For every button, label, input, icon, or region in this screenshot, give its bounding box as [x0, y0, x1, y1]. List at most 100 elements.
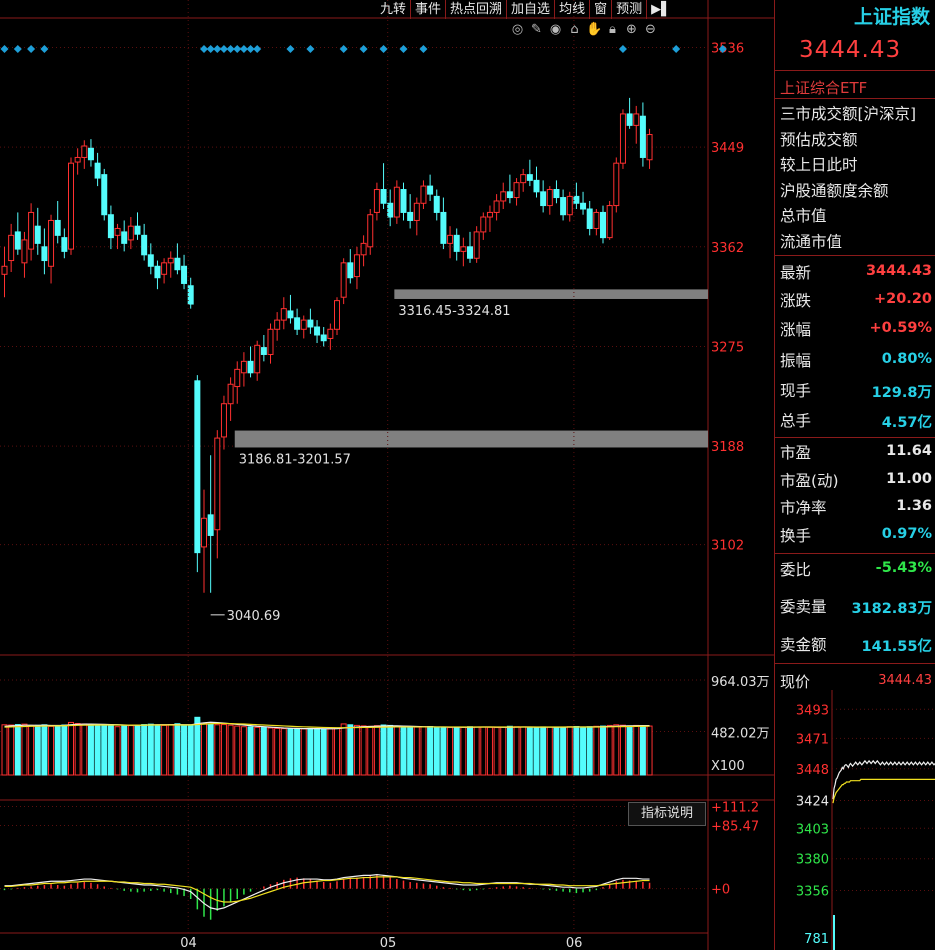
candle-body: [646, 134, 653, 161]
volume-bar: [207, 723, 214, 776]
candle-body: [187, 285, 194, 305]
quote-label: 最新: [780, 264, 812, 282]
target-icon[interactable]: ◎: [510, 22, 525, 37]
volume-bar: [360, 725, 367, 776]
volume-bar: [500, 726, 507, 776]
candle-body: [280, 308, 287, 321]
candle-body: [107, 214, 114, 239]
zoom-in-icon[interactable]: ⊕: [624, 22, 639, 37]
candle-body: [473, 231, 480, 259]
current-price-label: 现价: [780, 673, 811, 691]
eye-icon[interactable]: ◉: [548, 22, 563, 37]
indicator-explain-button[interactable]: 指标说明: [628, 802, 706, 826]
menu-forecast[interactable]: 预测: [611, 0, 646, 19]
etf-link[interactable]: 上证综合ETF: [780, 77, 867, 98]
diamond-marker: [13, 45, 22, 53]
candle-body: [181, 265, 188, 284]
volume-bar: [300, 728, 307, 776]
pen-icon[interactable]: ✎: [529, 22, 544, 37]
candle-body: [127, 225, 134, 241]
candle-body: [460, 246, 467, 252]
candle-body: [81, 145, 88, 158]
volume-bar: [353, 724, 360, 776]
volume-bar: [94, 724, 101, 776]
diamond-marker: [27, 45, 36, 53]
candle-body: [400, 189, 407, 213]
volume-bar: [606, 724, 613, 776]
volume-bar: [573, 725, 580, 776]
candle-body: [21, 239, 28, 264]
candle-body: [633, 113, 640, 126]
candle-body: [467, 246, 473, 259]
candle-body: [214, 437, 221, 531]
candle-body: [274, 319, 281, 330]
volume-bar: [81, 723, 88, 776]
volume-bar: [127, 725, 134, 776]
candle-body: [167, 257, 174, 264]
candle-body: [440, 211, 447, 244]
candle-body: [593, 211, 600, 229]
quote-label: 卖金额: [780, 636, 827, 654]
volume-bar: [560, 726, 567, 776]
menu-jiuzhuan[interactable]: 九转: [376, 0, 410, 19]
volume-bar: [314, 728, 321, 776]
volume-bar: [553, 726, 560, 776]
top-menu: 九转 事件 热点回溯 加自选 均线 窗 预测 ▶▌: [376, 0, 675, 19]
quote-label: 涨跌: [780, 292, 812, 310]
candle-body: [314, 326, 321, 336]
candle-body: [360, 242, 367, 256]
candle-body: [393, 186, 400, 218]
low-annotation: 3040.69: [227, 609, 281, 624]
diamond-marker: [0, 45, 9, 53]
volume-bar: [280, 728, 287, 776]
candle-body: [254, 344, 261, 374]
volume-bar: [8, 724, 15, 776]
candle-body: [141, 234, 148, 256]
basket-icon[interactable]: ⌂: [567, 22, 582, 37]
candle-body: [34, 225, 41, 244]
y-tick-label: 3275: [711, 340, 744, 355]
volume-bar: [646, 725, 653, 776]
volume-bar: [400, 725, 407, 776]
menu-window[interactable]: 窗: [589, 0, 611, 19]
volume-bar: [194, 716, 201, 776]
candle-body: [121, 231, 128, 244]
lock-icon[interactable]: 🔒︎: [605, 22, 620, 37]
volume-bar: [340, 723, 347, 776]
menu-hotspot-review[interactable]: 热点回溯: [445, 0, 506, 19]
volume-bar: [41, 724, 48, 776]
menu-events[interactable]: 事件: [410, 0, 445, 19]
gap-zone: [394, 289, 708, 299]
candle-body: [307, 319, 314, 328]
candle-body: [427, 185, 434, 195]
volume-bar: [546, 726, 553, 776]
divider: [775, 98, 935, 99]
candle-body: [220, 403, 227, 438]
collapse-arrow-icon[interactable]: ▶▌: [646, 0, 675, 19]
volume-bar: [433, 726, 440, 776]
y-tick-label: +85.47: [711, 820, 759, 835]
volume-bar: [320, 728, 327, 776]
candle-body: [294, 317, 301, 330]
y-tick-label: 3362: [711, 241, 744, 256]
menu-add-watchlist[interactable]: 加自选: [506, 0, 554, 19]
hand-icon[interactable]: ✋: [586, 22, 602, 37]
candle-body: [267, 328, 274, 355]
diamond-marker: [253, 45, 262, 53]
candle-body: [194, 380, 201, 554]
menu-moving-average[interactable]: 均线: [554, 0, 589, 19]
gap-zone-label: 3186.81-3201.57: [239, 452, 351, 467]
diamond-marker: [672, 45, 681, 53]
y-tick-label: +111.2: [711, 801, 759, 816]
chart-toolbar: ◎ ✎ ◉ ⌂ ✋ 🔒︎ ⊕ ⊖: [510, 22, 658, 37]
candle-body: [260, 347, 267, 355]
zoom-out-icon[interactable]: ⊖: [643, 22, 658, 37]
candle-body: [387, 202, 394, 218]
divider: [775, 663, 935, 664]
volume-bar: [387, 724, 394, 776]
candle-body: [1, 265, 8, 275]
volume-bar: [14, 724, 21, 776]
volume-bar: [473, 726, 480, 776]
volume-bar: [254, 726, 261, 776]
diamond-marker: [419, 45, 428, 53]
